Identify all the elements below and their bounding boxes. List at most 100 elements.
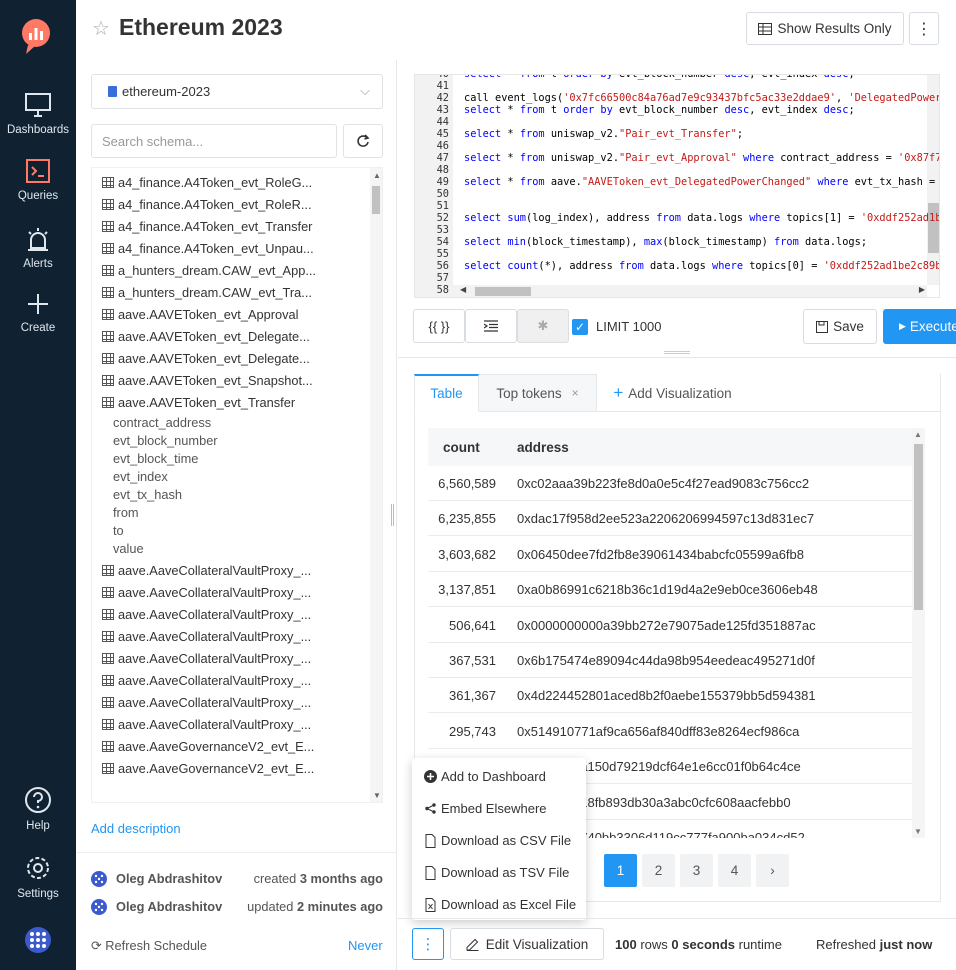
code-line[interactable]: select * from t order by evt_block_numbe…: [464, 75, 855, 80]
add-visualization-button[interactable]: + Add Visualization: [610, 374, 735, 412]
schema-table-item[interactable]: aave.AAVEToken_evt_Delegate...: [102, 326, 310, 346]
page-4-button[interactable]: 4: [718, 854, 751, 887]
next-page-button[interactable]: ›: [756, 854, 789, 887]
schema-table-item[interactable]: a4_finance.A4Token_evt_Unpau...: [102, 238, 314, 258]
table-scrollbar[interactable]: ▲ ▼: [912, 428, 925, 838]
column-header-count[interactable]: count: [443, 440, 480, 455]
cell-address: 0xa0b86991c6218b36c1d19d4a2e9eb0ce3606eb…: [517, 582, 818, 598]
schema-table-item[interactable]: aave.AaveCollateralVaultProxy_...: [102, 714, 311, 734]
results-actions-button[interactable]: ⋮: [412, 928, 444, 960]
code-line[interactable]: select min(block_timestamp), max(block_t…: [464, 236, 867, 248]
menu-download-csv[interactable]: Download as CSV File: [424, 833, 571, 848]
schema-table-item[interactable]: aave.AaveCollateralVaultProxy_...: [102, 670, 311, 690]
schema-column-item[interactable]: evt_index: [113, 469, 168, 484]
add-description-link[interactable]: Add description: [91, 821, 181, 836]
format-query-button[interactable]: {{ }}: [413, 309, 465, 343]
editor-hscrollbar[interactable]: ◀ ▶: [453, 285, 927, 297]
schema-column-item[interactable]: contract_address: [113, 415, 211, 430]
schema-table-item[interactable]: aave.AaveCollateralVaultProxy_...: [102, 560, 311, 580]
code-line[interactable]: call event_logs('0x7fc66500c84a76ad7e9c9…: [464, 92, 939, 104]
code-line[interactable]: select * from uniswap_v2."Pair_evt_Trans…: [464, 128, 743, 140]
query-editor[interactable]: ◀ ▶ 40 select * from t order by evt_block…: [414, 74, 940, 298]
refresh-schedule-value[interactable]: Never: [348, 938, 383, 953]
autocomplete-button[interactable]: [465, 309, 517, 343]
execute-button[interactable]: ▶ Execute: [883, 309, 956, 344]
edit-visualization-button[interactable]: Edit Visualization: [450, 928, 604, 960]
save-button[interactable]: Save: [803, 309, 877, 344]
page-1-button[interactable]: 1: [604, 854, 637, 887]
datasource-select[interactable]: ethereum-2023 ⌵: [91, 74, 383, 109]
refresh-schema-button[interactable]: [343, 124, 383, 158]
show-results-only-button[interactable]: Show Results Only: [746, 12, 904, 45]
nav-dashboards[interactable]: Dashboards: [0, 92, 76, 136]
code-line[interactable]: select count(*), address from data.logs …: [464, 260, 939, 272]
code-line[interactable]: select * from uniswap_v2."Pair_evt_Appro…: [464, 152, 939, 164]
nav-queries[interactable]: Queries: [0, 158, 76, 202]
favorite-star-icon[interactable]: ☆: [92, 16, 110, 41]
limit-checkbox[interactable]: ✓: [572, 319, 588, 335]
table-icon: [102, 198, 114, 210]
schema-table-item[interactable]: a_hunters_dream.CAW_evt_Tra...: [102, 282, 312, 302]
terminal-icon: [26, 159, 50, 183]
schema-table-item[interactable]: a4_finance.A4Token_evt_RoleG...: [102, 172, 312, 192]
nav-alerts[interactable]: Alerts: [0, 226, 76, 270]
schema-browser[interactable]: ▲ ▼ a4_finance.A4Token_evt_RoleG... a4_fi…: [91, 167, 383, 803]
schema-table-item[interactable]: aave.AAVEToken_evt_Delegate...: [102, 348, 310, 368]
schema-column-item[interactable]: evt_tx_hash: [113, 487, 182, 502]
schema-scrollbar[interactable]: ▲ ▼: [370, 168, 382, 802]
schema-table-item[interactable]: aave.AAVEToken_evt_Transfer: [102, 392, 295, 412]
user-avatar[interactable]: [0, 926, 76, 960]
tab-table[interactable]: Table: [414, 374, 479, 412]
menu-download-excel[interactable]: Download as Excel File: [424, 897, 576, 912]
nav-settings[interactable]: Settings: [0, 854, 76, 900]
schema-column-item[interactable]: value: [113, 541, 144, 556]
schema-table-item[interactable]: a4_finance.A4Token_evt_Transfer: [102, 216, 312, 236]
updated-user[interactable]: Oleg Abdrashitov: [116, 899, 222, 914]
runtime-label: runtime: [738, 937, 782, 952]
schema-scroll-thumb[interactable]: [372, 186, 380, 214]
scroll-down-icon[interactable]: ▼: [373, 791, 381, 800]
close-icon[interactable]: ×: [572, 386, 579, 400]
menu-add-to-dashboard[interactable]: Add to Dashboard: [424, 769, 546, 784]
code-line[interactable]: select * from t order by evt_block_numbe…: [464, 104, 855, 116]
schema-table-item[interactable]: aave.AAVEToken_evt_Approval: [102, 304, 298, 324]
scroll-up-icon[interactable]: ▲: [373, 171, 381, 180]
schema-column-item[interactable]: to: [113, 523, 124, 538]
snippet-button[interactable]: ✱: [517, 309, 569, 343]
schema-table-item[interactable]: a_hunters_dream.CAW_evt_App...: [102, 260, 316, 280]
more-options-button[interactable]: ⋮: [909, 12, 939, 45]
schema-table-item[interactable]: aave.AAVEToken_evt_Snapshot...: [102, 370, 313, 390]
excel-file-icon: [425, 897, 436, 912]
scroll-left-icon[interactable]: ◀: [460, 285, 466, 294]
created-user[interactable]: Oleg Abdrashitov: [116, 871, 222, 886]
tab-top-tokens[interactable]: Top tokens ×: [479, 374, 597, 412]
schema-table-item[interactable]: aave.AaveCollateralVaultProxy_...: [102, 604, 311, 624]
page-2-button[interactable]: 2: [642, 854, 675, 887]
cell-count: 295,743: [449, 723, 496, 739]
schema-table-item[interactable]: aave.AaveCollateralVaultProxy_...: [102, 582, 311, 602]
schema-column-item[interactable]: evt_block_time: [113, 451, 198, 466]
panel-resize-handle[interactable]: [391, 504, 394, 526]
page-3-button[interactable]: 3: [680, 854, 713, 887]
schema-column-item[interactable]: evt_block_number: [113, 433, 218, 448]
redash-logo[interactable]: [20, 18, 52, 59]
scroll-right-icon[interactable]: ▶: [919, 285, 925, 294]
code-line[interactable]: select * from aave."AAVEToken_evt_Delega…: [464, 176, 935, 188]
schema-table-item[interactable]: a4_finance.A4Token_evt_RoleR...: [102, 194, 312, 214]
cell-address: 0x514910771af9ca656af840dff83e8264ecf986…: [517, 723, 800, 739]
schema-column-item[interactable]: from: [113, 505, 139, 520]
nav-create[interactable]: Create: [0, 292, 76, 334]
menu-embed-elsewhere[interactable]: Embed Elsewhere: [424, 801, 547, 816]
editor-resize-handle[interactable]: [664, 351, 690, 354]
schema-table-item[interactable]: aave.AaveCollateralVaultProxy_...: [102, 626, 311, 646]
schema-table-item[interactable]: aave.AaveGovernanceV2_evt_E...: [102, 758, 314, 778]
schema-search-input[interactable]: Search schema...: [91, 124, 337, 158]
schema-table-item[interactable]: aave.AaveCollateralVaultProxy_...: [102, 648, 311, 668]
menu-download-tsv[interactable]: Download as TSV File: [424, 865, 569, 880]
schema-table-item[interactable]: aave.AaveGovernanceV2_evt_E...: [102, 736, 314, 756]
schema-table-item[interactable]: aave.AaveCollateralVaultProxy_...: [102, 692, 311, 712]
page-title[interactable]: Ethereum 2023: [119, 14, 283, 41]
nav-help[interactable]: Help: [0, 786, 76, 832]
column-header-address[interactable]: address: [517, 440, 569, 455]
code-line[interactable]: select sum(log_index), address from data…: [464, 212, 939, 224]
